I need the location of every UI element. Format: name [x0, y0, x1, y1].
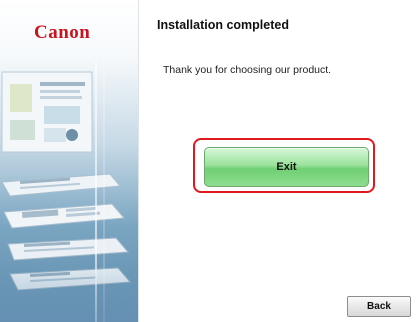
exit-button[interactable]: Exit [204, 147, 369, 187]
thank-you-message: Thank you for choosing our product. [163, 64, 332, 76]
sidebar-panel: Canon [0, 0, 138, 322]
canon-logo: Canon [34, 22, 91, 43]
sidebar-gradient [0, 262, 138, 322]
back-button[interactable]: Back [347, 296, 411, 317]
sidebar-divider [138, 0, 139, 322]
document-stack [1, 71, 132, 291]
page-title: Installation completed [157, 18, 289, 32]
